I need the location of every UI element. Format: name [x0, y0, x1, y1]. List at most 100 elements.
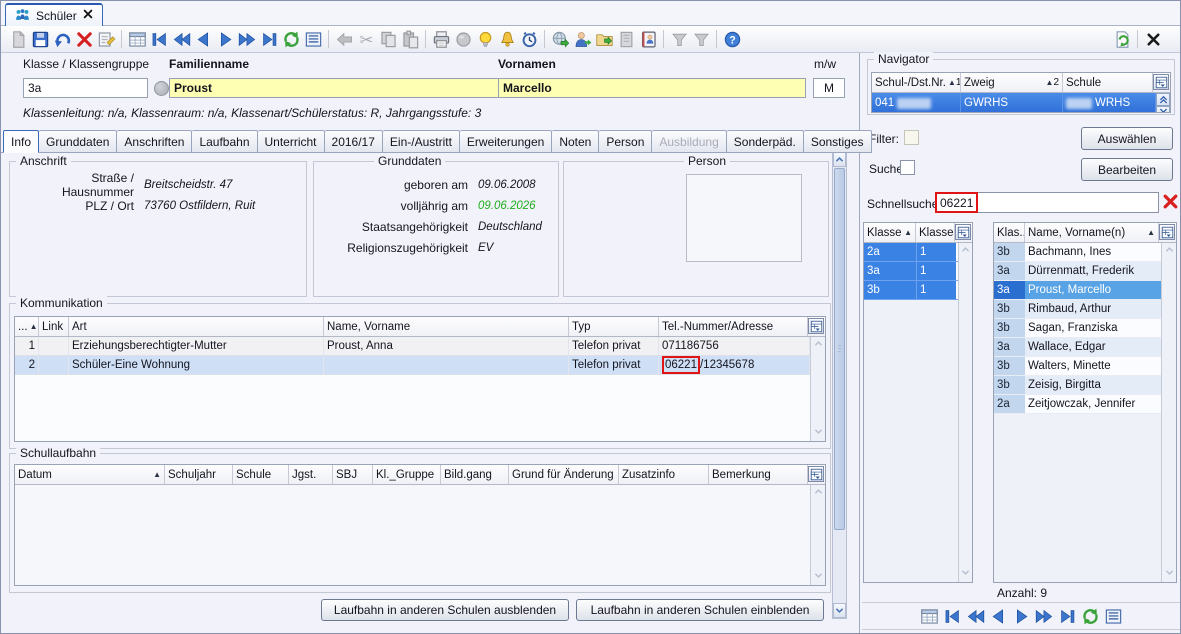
tab-2016-17[interactable]: 2016/17: [325, 130, 383, 153]
student-row[interactable]: 3bSagan, Franziska: [994, 319, 1161, 338]
tab-close-icon[interactable]: [82, 8, 94, 23]
scroll-down-icon[interactable]: [813, 570, 824, 584]
tab-laufbahn[interactable]: Laufbahn: [192, 130, 257, 153]
table-scrollbar[interactable]: [810, 337, 825, 441]
alarm-clock-icon[interactable]: [518, 28, 540, 50]
help-icon[interactable]: ?: [721, 28, 743, 50]
table-settings-button[interactable]: [808, 466, 824, 482]
tab-sonderp-d-[interactable]: Sonderpäd.: [727, 130, 804, 153]
datasheet-icon[interactable]: [126, 28, 148, 50]
navigator-selected-row[interactable]: 041GWRHSWRHS: [872, 93, 1170, 113]
column-header-klas[interactable]: Klas...: [994, 223, 1025, 242]
column-header-bemerkung[interactable]: Bemerkung: [709, 465, 808, 484]
tab-noten[interactable]: Noten: [552, 130, 599, 153]
tab-erweiterungen[interactable]: Erweiterungen: [460, 130, 552, 153]
export-student-icon[interactable]: [571, 28, 593, 50]
table-row[interactable]: 2Schüler-Eine WohnungTelefon privat06221…: [15, 356, 810, 375]
scroll-up-icon[interactable]: [813, 486, 824, 500]
tab-sonstiges[interactable]: Sonstiges: [804, 130, 872, 153]
klasse-row[interactable]: 2a1: [864, 243, 958, 262]
export-web-icon[interactable]: [549, 28, 571, 50]
student-row[interactable]: 3bBachmann, Ines: [994, 243, 1161, 262]
tab-unterricht[interactable]: Unterricht: [258, 130, 325, 153]
column-header-grund-f-r-nderung[interactable]: Grund für Änderung: [509, 465, 619, 484]
familienname-input[interactable]: [169, 78, 499, 98]
reload-view-icon[interactable]: [1111, 28, 1133, 50]
column-header-schuljahr[interactable]: Schuljahr: [165, 465, 233, 484]
auswaehlen-button[interactable]: Auswählen: [1081, 127, 1173, 150]
address-book-icon[interactable]: [637, 28, 659, 50]
column-header-jgst-[interactable]: Jgst.: [289, 465, 333, 484]
column-header-datum[interactable]: Datum▲: [15, 465, 165, 484]
tab-info[interactable]: Info: [3, 130, 39, 153]
undo-icon[interactable]: [51, 28, 73, 50]
scroll-down-icon[interactable]: [833, 603, 846, 618]
panel-fast-rewind-icon[interactable]: [964, 605, 986, 627]
column-header-kl-gruppe[interactable]: Kl._Gruppe: [373, 465, 441, 484]
quick-search-input[interactable]: 06221: [935, 192, 1159, 213]
klasse-input[interactable]: [23, 78, 148, 98]
panel-next-record-icon[interactable]: [1010, 605, 1032, 627]
klasse-row[interactable]: 3b1: [864, 281, 958, 300]
table-settings-button[interactable]: [808, 318, 824, 334]
scroll-down-icon[interactable]: [813, 426, 824, 440]
laufbahn-einblenden-button[interactable]: Laufbahn in anderen Schulen einblenden: [576, 599, 824, 621]
student-row[interactable]: 3bRimbaud, Arthur: [994, 300, 1161, 319]
mw-input[interactable]: [813, 78, 845, 98]
column-header-art[interactable]: Art: [69, 317, 324, 336]
column-header-zweig[interactable]: Zweig▲2: [961, 73, 1063, 92]
scrollbar-thumb[interactable]: [834, 168, 845, 530]
column-header-tel-nummer-adresse[interactable]: Tel.-Nummer/Adresse: [659, 317, 808, 336]
spin-down-icon[interactable]: [1156, 106, 1170, 113]
tab-grunddaten[interactable]: Grunddaten: [39, 130, 117, 153]
list-scrollbar[interactable]: [1161, 243, 1176, 582]
vornamen-input[interactable]: [498, 78, 806, 98]
column-header-schulnr[interactable]: Schul-/Dst.Nr.▲1: [872, 73, 961, 92]
column-header-schule[interactable]: Schule: [233, 465, 289, 484]
panel-list-view-icon[interactable]: [1102, 605, 1124, 627]
student-row[interactable]: 3bZeisig, Birgitta: [994, 376, 1161, 395]
print-icon[interactable]: [430, 28, 452, 50]
panel-datasheet-icon[interactable]: [918, 605, 940, 627]
class-info-button[interactable]: [154, 81, 169, 96]
table-row[interactable]: 1Erziehungsberechtigter-MutterProust, An…: [15, 337, 810, 356]
navigator-settings-button[interactable]: [1153, 74, 1169, 90]
panel-fast-forward-icon[interactable]: [1033, 605, 1055, 627]
panel-first-record-icon[interactable]: [941, 605, 963, 627]
clear-search-button[interactable]: [1162, 193, 1179, 213]
main-scrollbar[interactable]: [832, 151, 847, 619]
suche-checkbox[interactable]: [900, 160, 915, 175]
scroll-up-icon[interactable]: [960, 244, 971, 258]
scroll-up-icon[interactable]: [833, 152, 846, 167]
scroll-up-icon[interactable]: [1164, 244, 1175, 258]
row-spinner[interactable]: [1156, 93, 1170, 113]
notification-bell-icon[interactable]: [496, 28, 518, 50]
student-row[interactable]: 3aProust, Marcello: [994, 281, 1161, 300]
column-header-typ[interactable]: Typ: [569, 317, 659, 336]
student-row[interactable]: 2aZeitjowczak, Jennifer: [994, 395, 1161, 414]
column-header-klasse[interactable]: Klasse▲: [864, 223, 916, 242]
panel-previous-record-icon[interactable]: [987, 605, 1009, 627]
tab-person[interactable]: Person: [599, 130, 652, 153]
list-view-icon[interactable]: [302, 28, 324, 50]
scroll-down-icon[interactable]: [1164, 567, 1175, 581]
previous-record-icon[interactable]: [192, 28, 214, 50]
first-record-icon[interactable]: [148, 28, 170, 50]
column-header-sbj[interactable]: SBJ: [333, 465, 373, 484]
next-record-icon[interactable]: [214, 28, 236, 50]
panel-refresh-icon[interactable]: [1079, 605, 1101, 627]
column-header-name-vorname[interactable]: Name, Vorname: [324, 317, 569, 336]
column-header-schule[interactable]: Schule: [1063, 73, 1153, 92]
filter-checkbox[interactable]: [904, 130, 919, 145]
table-scrollbar[interactable]: [810, 485, 825, 585]
list-scrollbar[interactable]: [958, 243, 972, 582]
scroll-down-icon[interactable]: [960, 567, 971, 581]
fast-rewind-icon[interactable]: [170, 28, 192, 50]
spin-up-icon[interactable]: [1156, 93, 1170, 106]
export-folder-icon[interactable]: [593, 28, 615, 50]
close-view-icon[interactable]: [1142, 28, 1164, 50]
tab-anschriften[interactable]: Anschriften: [117, 130, 192, 153]
klasse-row[interactable]: 3a1: [864, 262, 958, 281]
edit-form-icon[interactable]: [95, 28, 117, 50]
column-header-klasse2[interactable]: Klasse...: [916, 223, 955, 242]
